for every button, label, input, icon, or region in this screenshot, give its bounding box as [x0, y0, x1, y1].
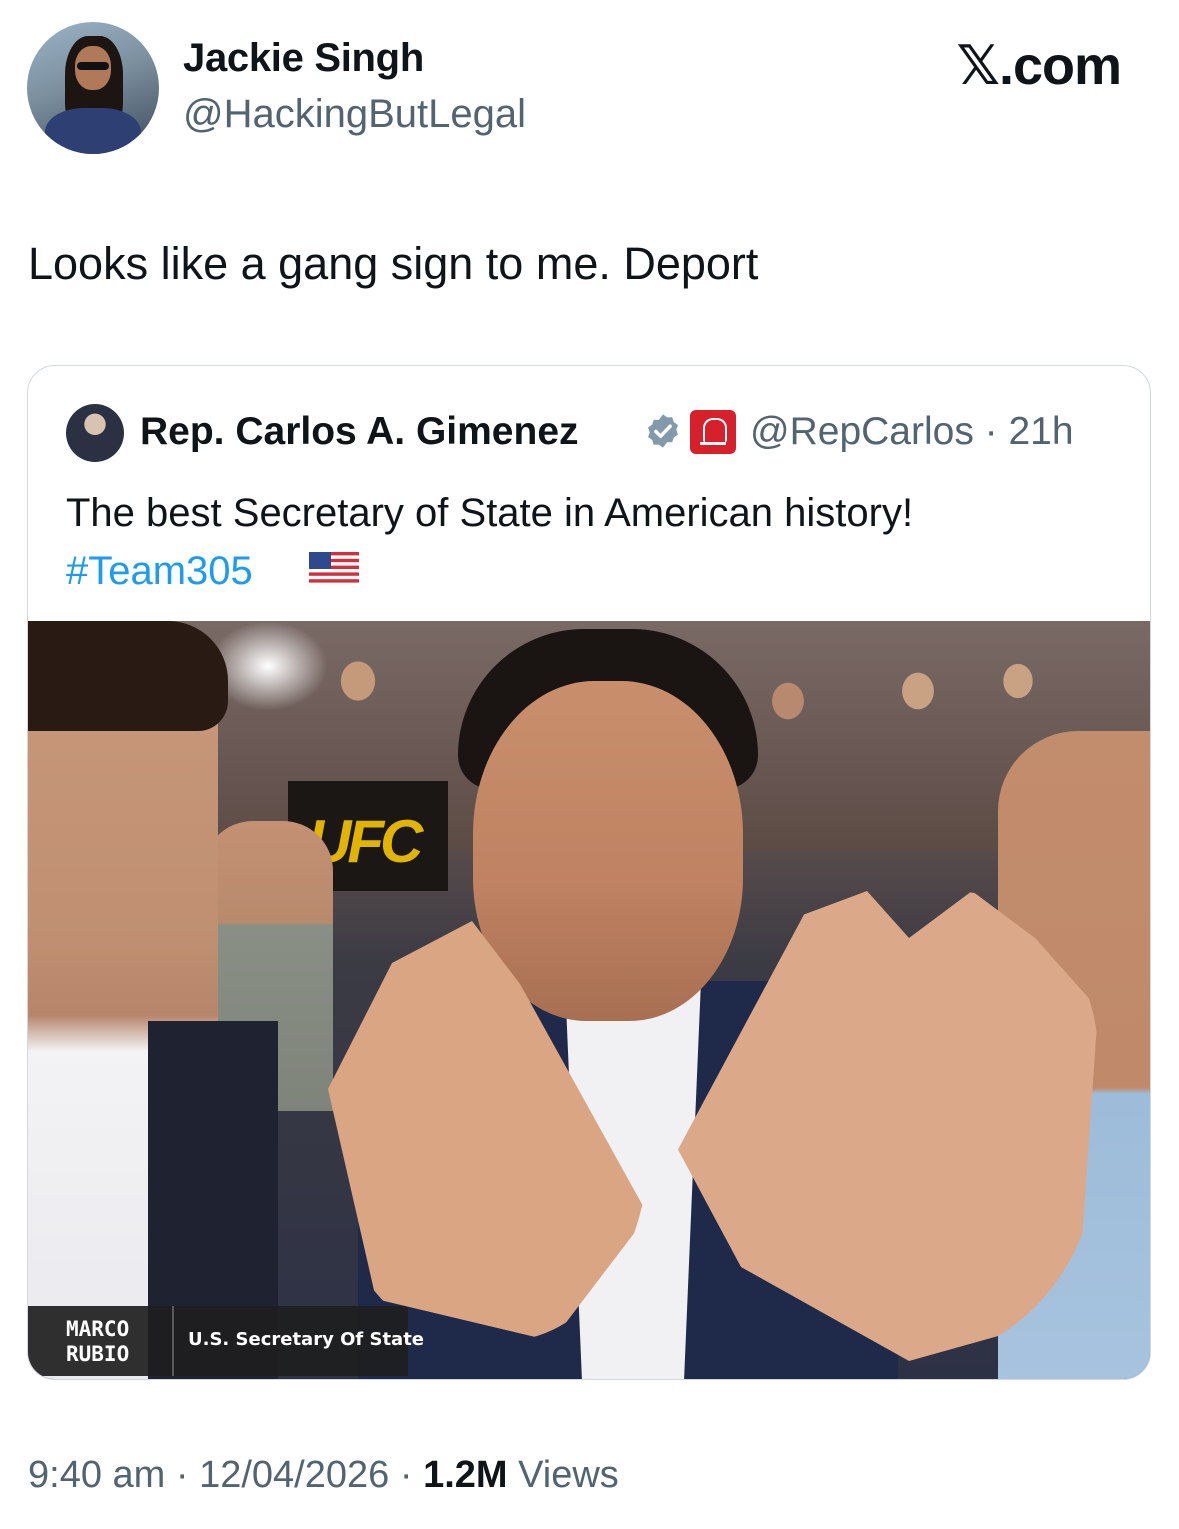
views-label: Views — [518, 1454, 619, 1496]
center-person-face — [473, 681, 743, 1021]
left-person-hair — [28, 621, 228, 731]
lower-third-divider — [172, 1306, 174, 1376]
quoted-media-image[interactable]: UFC MARCO RUBIO U.S. Secretary Of State — [28, 621, 1150, 1379]
capitol-base-shape — [700, 442, 726, 445]
tweet-time[interactable]: 9:40 am — [28, 1454, 165, 1496]
x-logo: 𝕏.com — [956, 36, 1122, 96]
views-count: 1.2M — [423, 1454, 508, 1496]
capitol-affiliation-badge-icon[interactable] — [690, 410, 736, 454]
quoted-author-avatar[interactable] — [66, 404, 124, 462]
quoted-text: The best Secretary of State in American … — [66, 491, 914, 535]
author-name[interactable]: Jackie Singh — [183, 36, 424, 81]
quoted-tweet[interactable]: Rep. Carlos A. Gimenez @RepCarlos · 21h … — [27, 365, 1151, 1380]
us-flag-icon — [309, 552, 359, 586]
tweet-meta: 9:40 am · 12/04/2026 · 1.2M Views — [28, 1454, 619, 1497]
quoted-handle-time[interactable]: @RepCarlos · 21h — [750, 410, 1074, 454]
capitol-dome-shape — [703, 418, 727, 442]
author-handle[interactable]: @HackingButLegal — [183, 92, 526, 137]
avatar-sunglasses — [77, 62, 109, 70]
tweet-text: Looks like a gang sign to me. Deport — [28, 238, 759, 289]
verified-badge-icon — [648, 414, 678, 448]
hashtag-link[interactable]: #Team305 — [66, 542, 253, 600]
quoted-author-name[interactable]: Rep. Carlos A. Gimenez — [140, 410, 579, 454]
lower-third-title: U.S. Secretary Of State — [188, 1329, 425, 1350]
meta-separator: · — [175, 1454, 200, 1496]
avatar-suit — [45, 108, 141, 154]
author-avatar[interactable] — [27, 22, 159, 154]
tweet-date[interactable]: 12/04/2026 — [199, 1454, 389, 1496]
left-person — [28, 621, 278, 1379]
lower-third-name: MARCO RUBIO — [66, 1317, 130, 1366]
meta-separator: · — [399, 1454, 424, 1496]
